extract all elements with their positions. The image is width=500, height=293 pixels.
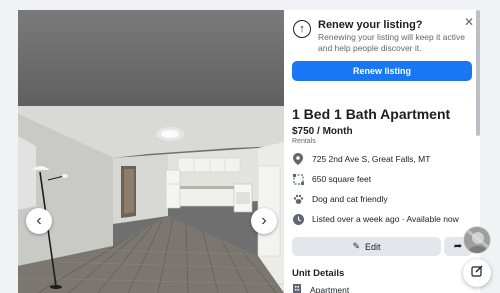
location-pin-icon — [292, 153, 304, 165]
renew-listing-notice: ↑ Renew your listing? Renewing your list… — [284, 10, 480, 98]
listing-title: 1 Bed 1 Bath Apartment — [292, 106, 451, 122]
listing-category: Rentals — [292, 138, 316, 145]
close-icon[interactable]: ✕ — [464, 15, 474, 29]
detail-size: 650 square feet — [292, 173, 371, 185]
unit-details-heading: Unit Details — [292, 268, 345, 279]
edit-button[interactable]: ✎ Edit — [292, 237, 441, 256]
detail-listed: Listed over a week ago · Available now — [292, 213, 459, 225]
detail-pets: Dog and cat friendly — [292, 193, 388, 205]
next-photo-button[interactable]: › — [251, 208, 277, 234]
share-arrow-icon: ➦ — [453, 241, 463, 252]
detail-text: 650 square feet — [312, 174, 372, 184]
detail-text: Dog and cat friendly — [312, 194, 388, 204]
panel-scrollbar[interactable] — [476, 10, 480, 136]
notice-text: Renewing your listing will keep it activ… — [318, 32, 465, 53]
previous-photo-button[interactable]: ‹ — [26, 208, 52, 234]
building-icon — [292, 283, 304, 293]
listing-photo — [18, 106, 284, 293]
edit-button-label: Edit — [365, 241, 381, 252]
detail-location: 725 2nd Ave S, Great Falls, MT — [292, 153, 430, 165]
pencil-icon: ✎ — [352, 241, 361, 251]
compose-icon — [471, 264, 483, 282]
clock-icon — [292, 213, 304, 225]
listing-details-panel: ↑ Renew your listing? Renewing your list… — [284, 10, 480, 293]
renew-listing-button[interactable]: Renew listing — [292, 61, 472, 81]
detail-text: 725 2nd Ave S, Great Falls, MT — [312, 154, 431, 164]
photo-blur-background — [18, 10, 284, 106]
profile-avatar[interactable] — [463, 226, 491, 254]
square-feet-icon — [292, 173, 304, 185]
detail-text: Listed over a week ago · Available now — [312, 214, 459, 224]
photo-viewer — [18, 10, 284, 293]
chevron-right-icon: › — [261, 212, 267, 229]
chevron-left-icon: ‹ — [36, 212, 42, 229]
notice-title: Renew your listing? — [318, 19, 423, 31]
paw-icon — [292, 193, 304, 205]
arrow-up-circle-icon: ↑ — [293, 20, 311, 38]
unit-type-text: Apartment — [310, 284, 350, 293]
listing-price: $750 / Month — [292, 126, 353, 137]
unit-type-row: Apartment — [292, 283, 349, 293]
new-message-button[interactable] — [463, 259, 491, 287]
